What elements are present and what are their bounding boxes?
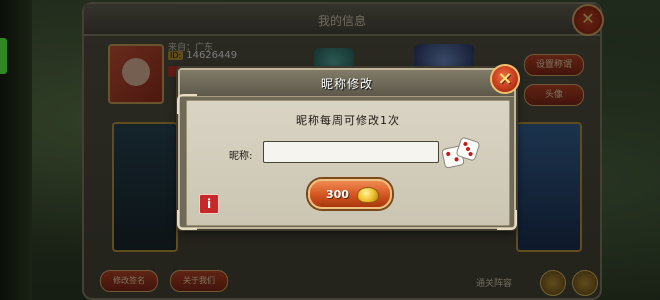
- close-icon: ×: [497, 68, 513, 89]
- nickname-modal: 昵称修改 × 昵称每周可修改1次 昵称: 300 i: [177, 64, 520, 230]
- price-value: 300: [326, 188, 349, 201]
- notice-text: 昵称每周可修改1次: [296, 114, 400, 127]
- nickname-label: 昵称:: [229, 151, 253, 162]
- random-name-button[interactable]: [441, 135, 481, 169]
- nickname-input[interactable]: [263, 141, 439, 163]
- gold-ingot-icon: [357, 187, 379, 203]
- confirm-price-button[interactable]: 300: [308, 179, 392, 209]
- modal-body: 昵称每周可修改1次 昵称: 300 i: [186, 100, 510, 226]
- modal-title: 昵称修改: [320, 77, 373, 91]
- modal-titlebar: 昵称修改: [180, 70, 514, 97]
- info-icon[interactable]: i: [199, 194, 219, 214]
- close-button[interactable]: ×: [490, 64, 520, 94]
